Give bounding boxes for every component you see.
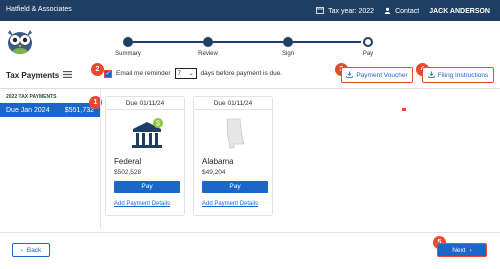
- next-button[interactable]: Next ›: [437, 243, 487, 257]
- step-dot-active: [363, 37, 373, 47]
- filing-instructions-label: Filing Instructions: [437, 71, 489, 79]
- tax-year: Tax year: 2022: [328, 7, 375, 15]
- step-label: Summary: [115, 51, 141, 57]
- pay-button[interactable]: Pay: [114, 181, 180, 193]
- step-sign[interactable]: Sign: [248, 37, 328, 57]
- step-label: Review: [198, 51, 218, 57]
- card-amount: $502,528: [114, 169, 142, 176]
- download-icon: [346, 70, 354, 80]
- sidebar-border: [100, 89, 101, 229]
- payment-card-federal: Due 01/11/24 $ Federal $502,528 Pay Add …: [105, 96, 185, 216]
- alabama-map-icon: [218, 117, 252, 151]
- chevron-left-icon: ‹: [20, 246, 23, 254]
- payment-voucher-label: Payment Voucher: [356, 71, 408, 79]
- back-button[interactable]: ‹ Back: [12, 243, 50, 257]
- payment-voucher-button[interactable]: Payment Voucher: [341, 67, 413, 83]
- reminder-row: ✓ Email me reminder 7 ⌄ days before paym…: [104, 68, 282, 79]
- sidebar-heading: 2022 TAX PAYMENTS: [6, 94, 57, 100]
- chevron-right-icon: ›: [469, 246, 472, 254]
- page-title: Tax Payments: [6, 71, 73, 80]
- reminder-prefix: Email me reminder: [116, 70, 171, 77]
- footer-divider: [0, 232, 500, 233]
- back-label: Back: [26, 246, 42, 254]
- filing-instructions-button[interactable]: Filing Instructions: [422, 67, 494, 83]
- step-pay[interactable]: Pay: [328, 37, 408, 57]
- card-name: Federal: [114, 157, 142, 166]
- next-label: Next: [452, 246, 466, 254]
- list-icon[interactable]: [63, 71, 73, 80]
- calendar-icon: [316, 6, 325, 16]
- reminder-days-value: 7: [177, 70, 181, 77]
- red-marker: [402, 108, 406, 111]
- progress-stepper: Summary Review Sign Pay: [90, 30, 390, 58]
- sidebar-item-amount: $551,732: [64, 106, 94, 114]
- reminder-suffix: days before payment is due.: [200, 70, 283, 77]
- page-title-text: Tax Payments: [6, 71, 60, 80]
- header-divider: [0, 88, 500, 89]
- top-bar: Hatfield & Associates Tax year: 2022 Con…: [0, 0, 500, 21]
- contact-link[interactable]: Contact: [395, 8, 419, 15]
- step-dot: [283, 37, 293, 47]
- sidebar-item-label: Due Jan 2024: [6, 106, 50, 114]
- card-due-date: Due 01/11/24: [194, 97, 272, 110]
- payment-card-alabama: Due 01/11/24 Alabama $49,204 Pay Add Pay…: [193, 96, 273, 216]
- user-name[interactable]: JACK ANDERSON: [429, 8, 490, 15]
- owl-logo: [4, 24, 36, 56]
- card-badge: $: [156, 121, 160, 128]
- reminder-days-select[interactable]: 7 ⌄: [174, 68, 197, 79]
- annotation-badge-2: 2: [91, 63, 104, 76]
- card-name: Alabama: [202, 157, 234, 166]
- step-label: Sign: [281, 51, 294, 57]
- reminder-checkbox[interactable]: ✓: [104, 69, 112, 78]
- step-dot: [123, 37, 133, 47]
- topbar-right: Tax year: 2022 Contact JACK ANDERSON: [316, 6, 490, 16]
- sidebar-item-due-jan-2024[interactable]: Due Jan 2024 $551,732: [0, 103, 100, 117]
- add-payment-details-link[interactable]: Add Payment Details: [202, 201, 258, 207]
- card-amount: $49,204: [202, 169, 226, 176]
- step-label: Pay: [362, 51, 374, 57]
- firm-name: Hatfield & Associates: [6, 6, 72, 13]
- contact-icon: [384, 7, 391, 16]
- capitol-building-icon: $: [130, 117, 164, 151]
- add-payment-details-link[interactable]: Add Payment Details: [114, 201, 170, 207]
- download-icon: [428, 70, 435, 80]
- pay-button[interactable]: Pay: [202, 181, 268, 193]
- step-review[interactable]: Review: [168, 37, 248, 57]
- card-due-date: Due 01/11/24: [106, 97, 184, 110]
- step-summary[interactable]: Summary: [88, 37, 168, 57]
- step-dot: [203, 37, 213, 47]
- chevron-down-icon: ⌄: [188, 71, 194, 77]
